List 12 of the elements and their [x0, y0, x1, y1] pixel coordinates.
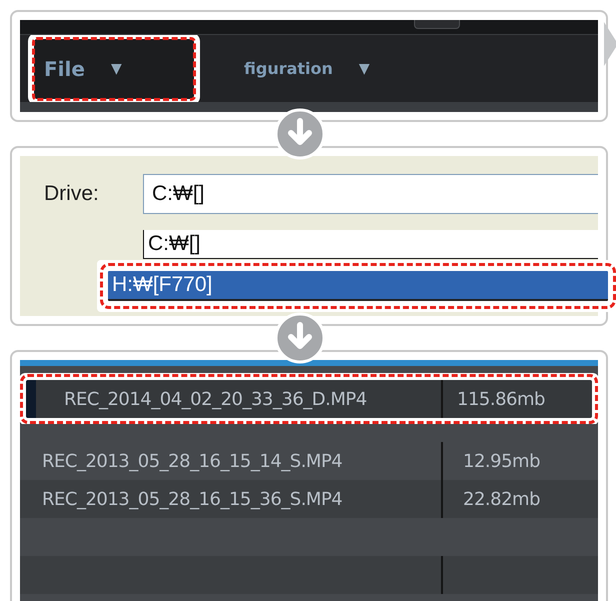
menu-button[interactable]: File ▼: [34, 38, 194, 98]
drive-label: Drive:: [43, 181, 100, 207]
file-name: REC_2013_05_28_16_15_14_S.MP4: [41, 450, 344, 474]
file-size: 115.86mb: [441, 380, 592, 418]
drive-option[interactable]: C:₩[]: [143, 230, 598, 258]
tab-handle: [414, 20, 460, 29]
file-name: REC_2014_04_02_20_33_36_D.MP4: [63, 388, 368, 412]
menu-button[interactable]: figuration ▼: [234, 38, 380, 98]
drive-field[interactable]: C:₩[]: [143, 174, 598, 214]
file-name: REC_2013_05_28_16_15_36_S.MP4: [41, 488, 344, 512]
file-size: 12.95mb: [441, 442, 598, 480]
file-row[interactable]: REC_2013_05_28_16_15_14_S.MP4 12.95mb: [20, 442, 598, 480]
